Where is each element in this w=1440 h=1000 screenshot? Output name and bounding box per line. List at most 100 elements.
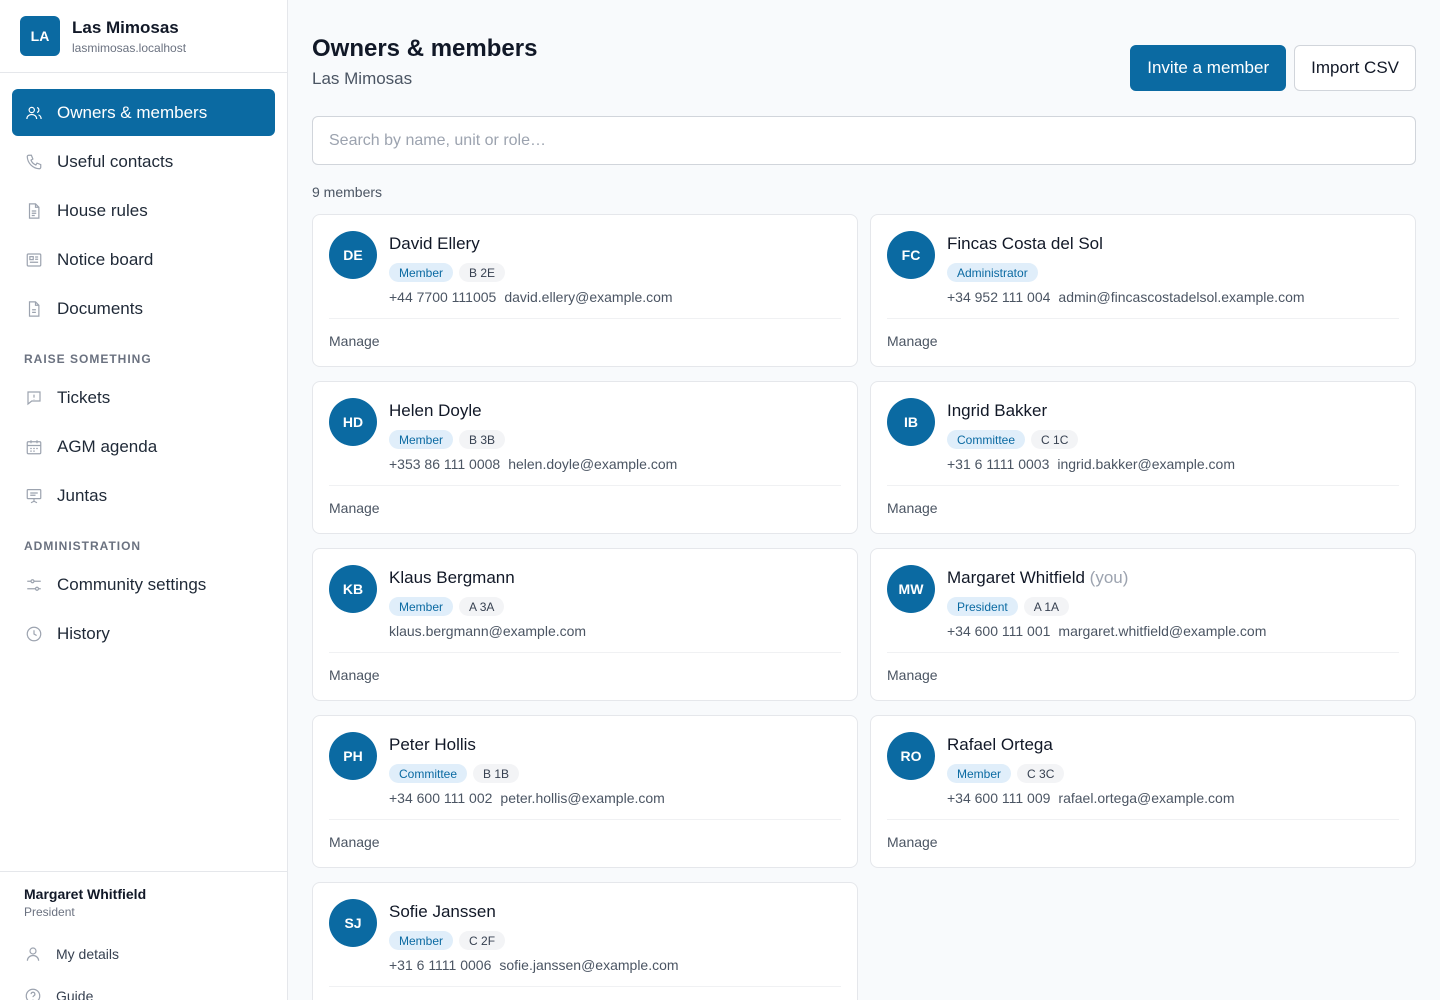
member-name-text: Fincas Costa del Sol <box>947 234 1103 253</box>
member-contact: +44 7700 111005 david.ellery@example.com <box>389 289 673 305</box>
you-indicator: (you) <box>1089 568 1129 587</box>
nav-useful-contacts[interactable]: Useful contacts <box>12 138 275 185</box>
unit-badge: C 2F <box>459 931 506 950</box>
nav-item-label: Tickets <box>57 387 111 407</box>
avatar: SJ <box>329 899 377 947</box>
nav-notice-board[interactable]: Notice board <box>12 236 275 283</box>
member-name-text: Rafael Ortega <box>947 735 1053 754</box>
member-name: David Ellery <box>389 234 673 254</box>
member-phone: +34 600 111 002 <box>389 790 493 806</box>
manage-link[interactable]: Manage <box>329 667 380 683</box>
card-divider <box>329 986 841 987</box>
member-phone: +34 600 111 001 <box>947 623 1051 639</box>
page-subtitle: Las Mimosas <box>312 69 413 88</box>
member-email: david.ellery@example.com <box>504 289 673 305</box>
member-name: Ingrid Bakker <box>947 401 1235 421</box>
nav-item-label: History <box>57 623 110 643</box>
main-content: Owners & members Las Mimosas Invite a me… <box>288 0 1440 1000</box>
member-name: Helen Doyle <box>389 401 677 421</box>
member-name-text: Helen Doyle <box>389 401 482 420</box>
member-badges: Member C 3C <box>947 764 1235 783</box>
member-badges: Administrator <box>947 263 1305 282</box>
member-name: Klaus Bergmann <box>389 568 586 588</box>
card-divider <box>329 819 841 820</box>
member-name: Margaret Whitfield (you) <box>947 568 1266 588</box>
guide-label: Guide <box>56 988 94 1000</box>
user-panel: Margaret Whitfield President My details … <box>0 871 287 1000</box>
unit-badge: C 3C <box>1017 764 1065 783</box>
member-card: SJ Sofie Janssen Member C 2F +31 6 1111 … <box>312 882 858 1000</box>
member-grid: DE David Ellery Member B 2E +44 7700 111… <box>312 214 1416 1000</box>
nav-item-label: Juntas <box>57 485 108 505</box>
community-name: Las Mimosas <box>72 17 179 37</box>
nav-history[interactable]: History <box>12 610 275 657</box>
member-contact: klaus.bergmann@example.com <box>389 623 586 639</box>
member-name-text: David Ellery <box>389 234 480 253</box>
sidebar: LA Las Mimosas lasmimosas.localhost Owne… <box>0 0 288 1000</box>
invite-member-button[interactable]: Invite a member <box>1130 45 1287 91</box>
file-icon <box>28 300 40 317</box>
users-icon <box>26 106 42 119</box>
member-name-text: Ingrid Bakker <box>947 401 1048 420</box>
manage-link[interactable]: Manage <box>329 834 380 850</box>
member-phone: +31 6 1111 0003 <box>947 456 1050 472</box>
role-badge: Committee <box>389 764 468 783</box>
unit-badge: B 2E <box>459 263 506 282</box>
nav-item-label: AGM agenda <box>57 436 158 456</box>
member-badges: Member C 2F <box>389 931 679 950</box>
member-badges: Member B 3B <box>389 430 677 449</box>
my-details-label: My details <box>56 946 120 962</box>
manage-link[interactable]: Manage <box>887 834 938 850</box>
avatar: MW <box>887 565 935 613</box>
member-name-text: Klaus Bergmann <box>389 568 515 587</box>
member-name: Rafael Ortega <box>947 735 1235 755</box>
avatar: FC <box>887 231 935 279</box>
nav-agm-agenda[interactable]: AGM agenda <box>12 423 275 470</box>
card-divider <box>329 318 841 319</box>
role-badge: Member <box>389 430 454 449</box>
manage-link[interactable]: Manage <box>887 667 938 683</box>
manage-link[interactable]: Manage <box>887 333 938 349</box>
member-phone: +44 7700 111005 <box>389 289 497 305</box>
member-email: admin@fincascostadelsol.example.com <box>1058 289 1305 305</box>
member-card: FC Fincas Costa del Sol Administrator +3… <box>870 214 1416 367</box>
member-contact: +34 600 111 002 peter.hollis@example.com <box>389 790 665 806</box>
member-contact: +353 86 111 0008 helen.doyle@example.com <box>389 456 677 472</box>
nav-item-label: Owners & members <box>57 102 208 122</box>
nav-juntas[interactable]: Juntas <box>12 472 275 519</box>
manage-link[interactable]: Manage <box>329 333 380 349</box>
nav-documents[interactable]: Documents <box>12 285 275 332</box>
member-contact: +34 600 111 001 margaret.whitfield@exampl… <box>947 623 1266 639</box>
current-user-name: Margaret Whitfield <box>24 886 147 902</box>
nav-section-administration: ADMINISTRATION <box>24 539 142 553</box>
member-name-text: Margaret Whitfield <box>947 568 1085 587</box>
nav-house-rules[interactable]: House rules <box>12 187 275 234</box>
avatar: HD <box>329 398 377 446</box>
member-search-input[interactable] <box>312 116 1416 165</box>
user-icon <box>26 947 40 961</box>
unit-badge: C 1C <box>1031 430 1079 449</box>
manage-link[interactable]: Manage <box>887 500 938 516</box>
manage-link[interactable]: Manage <box>329 500 380 516</box>
import-csv-button[interactable]: Import CSV <box>1294 45 1416 91</box>
my-details-link[interactable]: My details <box>24 933 263 975</box>
community-host: lasmimosas.localhost <box>72 40 187 55</box>
member-badges: Committee B 1B <box>389 764 665 783</box>
nav-community-settings[interactable]: Community settings <box>12 561 275 608</box>
member-phone: +34 952 111 004 <box>947 289 1051 305</box>
member-contact: +34 600 111 009 rafael.ortega@example.com <box>947 790 1235 806</box>
unit-badge: B 3B <box>459 430 506 449</box>
member-email: sofie.janssen@example.com <box>499 957 679 973</box>
guide-link[interactable]: Guide <box>24 975 263 1000</box>
unit-badge: B 1B <box>473 764 520 783</box>
member-name: Sofie Janssen <box>389 902 679 922</box>
member-phone: +34 600 111 009 <box>947 790 1051 806</box>
community-switcher[interactable]: LA Las Mimosas lasmimosas.localhost <box>0 0 287 73</box>
avatar: IB <box>887 398 935 446</box>
member-email: helen.doyle@example.com <box>508 456 678 472</box>
main-nav: Owners & members Useful contacts House r… <box>0 73 287 659</box>
avatar: DE <box>329 231 377 279</box>
page-title: Owners & members <box>312 35 538 62</box>
nav-tickets[interactable]: Tickets <box>12 374 275 421</box>
nav-owners-members[interactable]: Owners & members <box>12 89 275 136</box>
